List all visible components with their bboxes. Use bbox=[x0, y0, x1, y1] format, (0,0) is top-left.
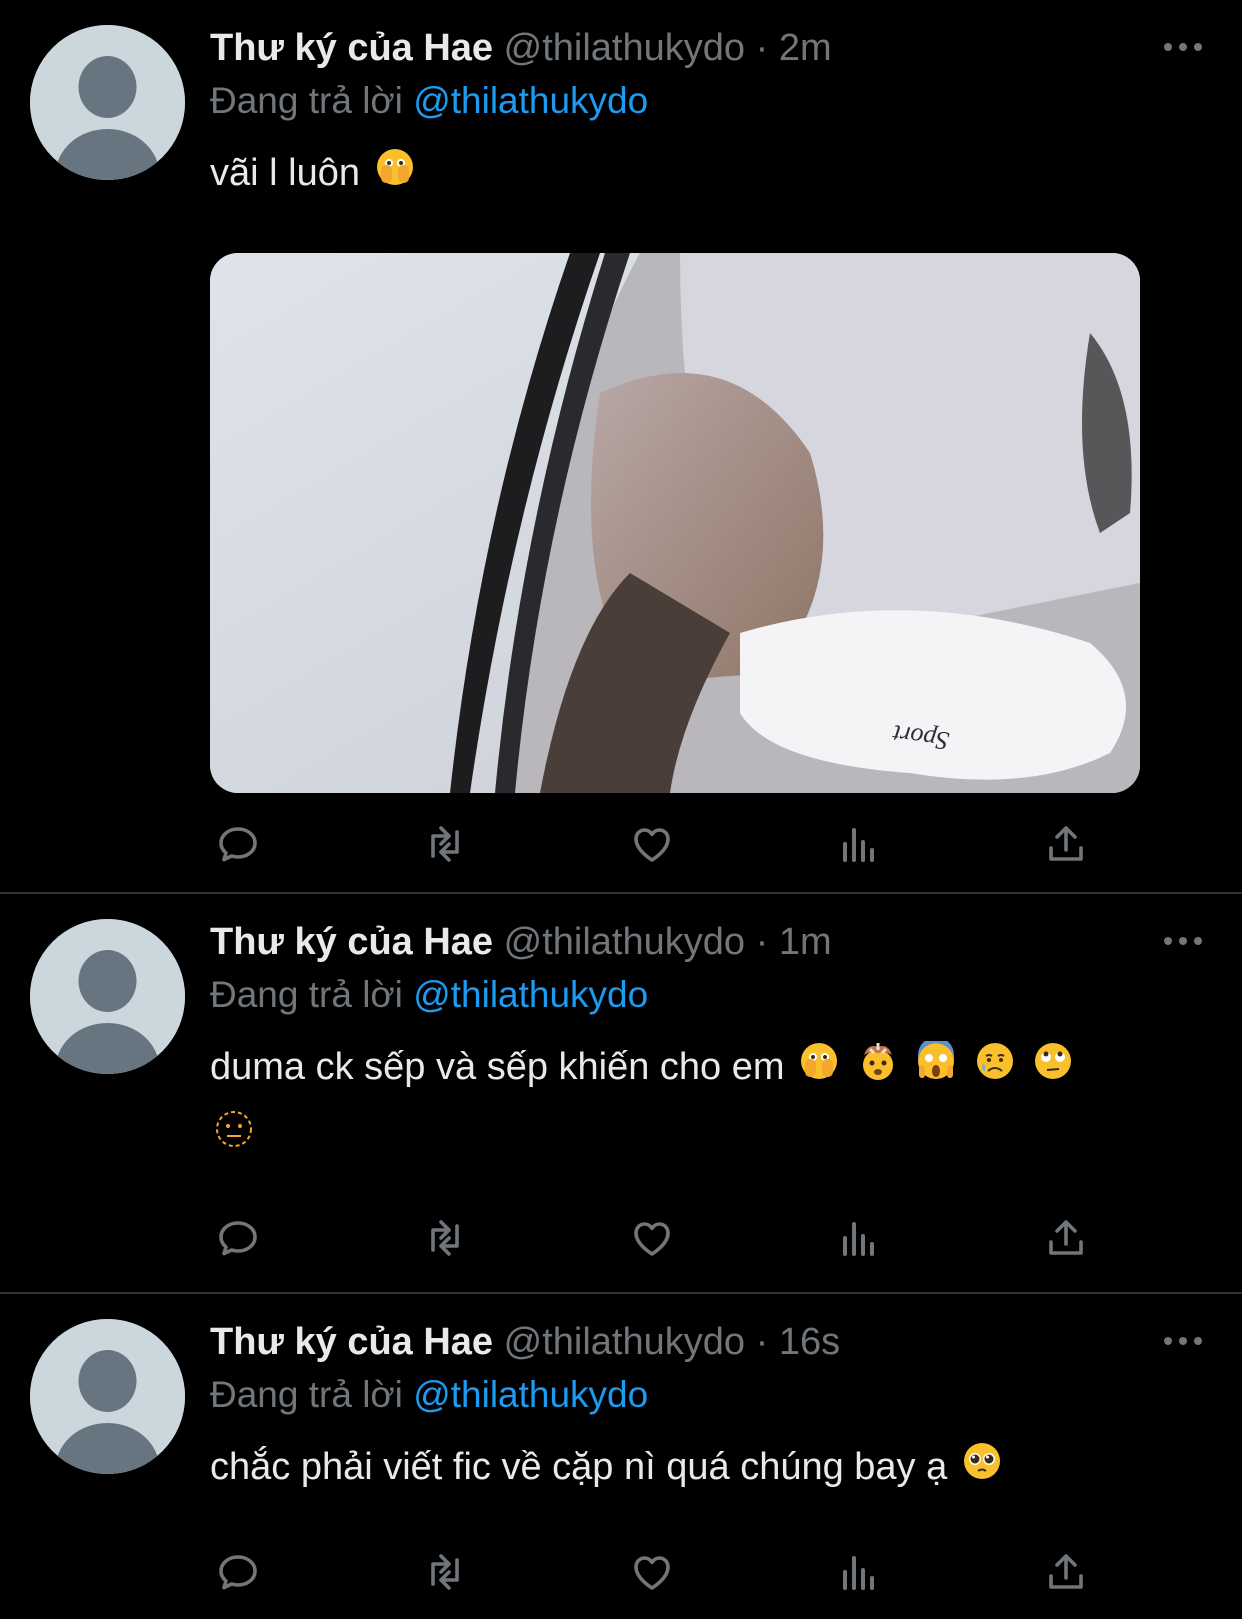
display-name[interactable]: Thư ký của Hae bbox=[210, 921, 493, 963]
like-button[interactable] bbox=[626, 1212, 678, 1264]
face-with-open-eyes-and-hand-over-mouth-icon bbox=[799, 1036, 839, 1102]
reply-icon bbox=[219, 1221, 257, 1256]
user-handle[interactable]: @thilathukydo bbox=[504, 1321, 745, 1363]
analytics-button[interactable] bbox=[833, 1212, 885, 1264]
tweet-text: chắc phải viết fic về cặp nì quá chúng b… bbox=[210, 1434, 1160, 1502]
tweet[interactable]: Thư ký của Hae @thilathukydo · 2m Đang t… bbox=[0, 0, 1242, 894]
reply-icon bbox=[219, 1555, 257, 1590]
exploding-head-icon bbox=[858, 1036, 898, 1102]
share-button[interactable] bbox=[1040, 1546, 1092, 1598]
tweet-text: duma ck sếp và sếp khiến cho em bbox=[210, 1034, 1160, 1170]
share-icon bbox=[1049, 1554, 1083, 1589]
share-icon bbox=[1049, 1220, 1083, 1255]
avatar[interactable] bbox=[30, 919, 185, 1074]
user-handle[interactable]: @thilathukydo bbox=[504, 921, 745, 963]
tweet-header: Thư ký của Hae @thilathukydo · 16s bbox=[210, 1316, 1242, 1368]
replying-prefix: Đang trả lời bbox=[210, 1374, 403, 1415]
more-options-icon[interactable] bbox=[1164, 1334, 1202, 1348]
retweet-icon bbox=[431, 1554, 459, 1590]
separator-dot: · bbox=[755, 27, 769, 69]
rolling-eyes-face-icon bbox=[1033, 1036, 1073, 1102]
analytics-icon bbox=[843, 828, 874, 862]
tweet[interactable]: Thư ký của Hae @thilathukydo · 16s Đang … bbox=[0, 1294, 1242, 1619]
avatar[interactable] bbox=[30, 1319, 185, 1474]
share-button[interactable] bbox=[1040, 818, 1092, 870]
replying-to: Đang trả lời @thilathukydo bbox=[210, 74, 1242, 128]
replying-prefix: Đang trả lời bbox=[210, 974, 403, 1015]
mention-link[interactable]: @thilathukydo bbox=[413, 80, 648, 121]
dotted-line-face-icon bbox=[214, 1104, 254, 1170]
retweet-icon bbox=[431, 826, 459, 862]
mention-link[interactable]: @thilathukydo bbox=[413, 974, 648, 1015]
action-bar bbox=[212, 1212, 1092, 1264]
like-button[interactable] bbox=[626, 1546, 678, 1598]
timestamp[interactable]: 2m bbox=[779, 27, 832, 69]
pleading-face-icon bbox=[962, 1436, 1002, 1502]
user-handle[interactable]: @thilathukydo bbox=[504, 27, 745, 69]
retweet-button[interactable] bbox=[419, 1546, 471, 1598]
share-icon bbox=[1049, 826, 1083, 861]
tweet-text-content: vãi l luôn bbox=[210, 152, 360, 194]
separator-dot: · bbox=[755, 921, 769, 963]
more-options-icon[interactable] bbox=[1164, 40, 1202, 54]
like-icon bbox=[634, 828, 670, 862]
like-icon bbox=[634, 1222, 670, 1256]
avatar[interactable] bbox=[30, 25, 185, 180]
timestamp[interactable]: 16s bbox=[779, 1321, 840, 1363]
more-options-icon[interactable] bbox=[1164, 934, 1202, 948]
tweet-header: Thư ký của Hae @thilathukydo · 2m bbox=[210, 22, 1242, 74]
timestamp[interactable]: 1m bbox=[779, 921, 832, 963]
replying-to: Đang trả lời @thilathukydo bbox=[210, 1368, 1242, 1422]
reply-button[interactable] bbox=[212, 1212, 264, 1264]
analytics-button[interactable] bbox=[833, 818, 885, 870]
action-bar bbox=[212, 818, 1092, 870]
sad-but-relieved-face-icon bbox=[975, 1036, 1015, 1102]
tweet-text-content: chắc phải viết fic về cặp nì quá chúng b… bbox=[210, 1446, 948, 1488]
retweet-icon bbox=[431, 1220, 459, 1256]
reply-button[interactable] bbox=[212, 818, 264, 870]
display-name[interactable]: Thư ký của Hae bbox=[210, 1321, 493, 1363]
replying-to: Đang trả lời @thilathukydo bbox=[210, 968, 1242, 1022]
display-name[interactable]: Thư ký của Hae bbox=[210, 27, 493, 69]
analytics-button[interactable] bbox=[833, 1546, 885, 1598]
mention-link[interactable]: @thilathukydo bbox=[413, 1374, 648, 1415]
share-button[interactable] bbox=[1040, 1212, 1092, 1264]
retweet-button[interactable] bbox=[419, 1212, 471, 1264]
screaming-face-icon bbox=[916, 1036, 956, 1102]
reply-icon bbox=[219, 827, 257, 862]
reply-button[interactable] bbox=[212, 1546, 264, 1598]
tweet-header: Thư ký của Hae @thilathukydo · 1m bbox=[210, 916, 1242, 968]
tweet-photo[interactable]: Sport bbox=[210, 253, 1140, 793]
action-bar bbox=[212, 1546, 1092, 1598]
like-button[interactable] bbox=[626, 818, 678, 870]
analytics-icon bbox=[843, 1222, 874, 1256]
face-with-open-eyes-and-hand-over-mouth-icon bbox=[375, 142, 415, 208]
retweet-button[interactable] bbox=[419, 818, 471, 870]
tweet-text: vãi l luôn bbox=[210, 140, 1160, 208]
tweet-text-content: duma ck sếp và sếp khiến cho em bbox=[210, 1046, 785, 1088]
analytics-icon bbox=[843, 1556, 874, 1590]
replying-prefix: Đang trả lời bbox=[210, 80, 403, 121]
tweet[interactable]: Thư ký của Hae @thilathukydo · 1m Đang t… bbox=[0, 894, 1242, 1294]
like-icon bbox=[634, 1556, 670, 1590]
separator-dot: · bbox=[755, 1321, 769, 1363]
